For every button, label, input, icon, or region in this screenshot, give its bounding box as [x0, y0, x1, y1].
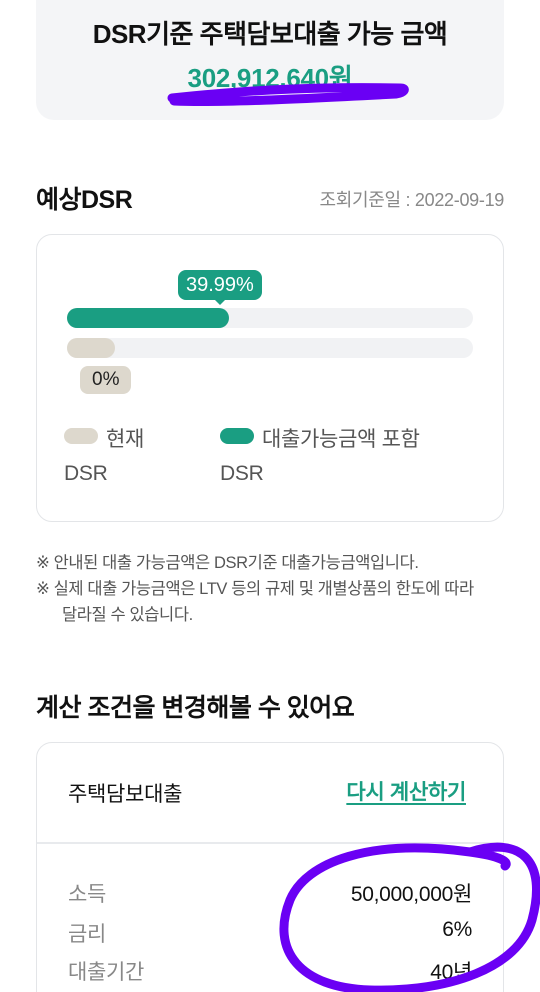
current-dsr-fill [67, 338, 115, 358]
notice-line-2: ※ 실제 대출 가능금액은 LTV 등의 규제 및 개별상품의 한도에 따라 [36, 580, 474, 598]
current-dsr-badge: 0% [80, 366, 132, 394]
current-legend-swatch [64, 428, 98, 444]
reference-date: 조회기준일 : 2022-09-19 [319, 190, 505, 210]
divider [37, 842, 503, 844]
interest-rate-value: 6% [442, 918, 472, 941]
summary-amount: 302,912,640원 [187, 63, 353, 93]
legend-with-loan-sub: DSR [220, 462, 264, 485]
badge-pointer [214, 299, 226, 305]
summary-title: DSR기준 주택담보대출 가능 금액 [92, 19, 448, 49]
loan-term-label: 대출기간 [68, 961, 145, 984]
income-label: 소득 [68, 883, 107, 906]
legend-with-loan-label: 대출가능금액 포함 [262, 428, 420, 451]
interest-rate-label: 금리 [68, 923, 107, 946]
with-loan-legend-swatch [220, 428, 254, 444]
dsr-section-title: 예상DSR [36, 186, 133, 214]
recalculate-link[interactable]: 다시 계산하기 [346, 776, 466, 806]
loan-term-value: 40년 [430, 961, 472, 984]
income-value: 50,000,000원 [350, 883, 472, 906]
with-loan-dsr-badge: 39.99% [178, 270, 262, 300]
legend-current-sub: DSR [64, 462, 108, 485]
legend-current-label: 현재 [106, 428, 145, 451]
calc-section-title: 계산 조건을 변경해볼 수 있어요 [36, 694, 355, 722]
current-dsr-track [67, 338, 473, 358]
notice-line-1: ※ 안내된 대출 가능금액은 DSR기준 대출가능금액입니다. [36, 554, 419, 572]
notice-line-3: 달라질 수 있습니다. [62, 606, 193, 624]
with-loan-dsr-fill [67, 308, 230, 328]
product-name: 주택담보대출 [68, 783, 183, 806]
with-loan-dsr-track [67, 308, 473, 328]
